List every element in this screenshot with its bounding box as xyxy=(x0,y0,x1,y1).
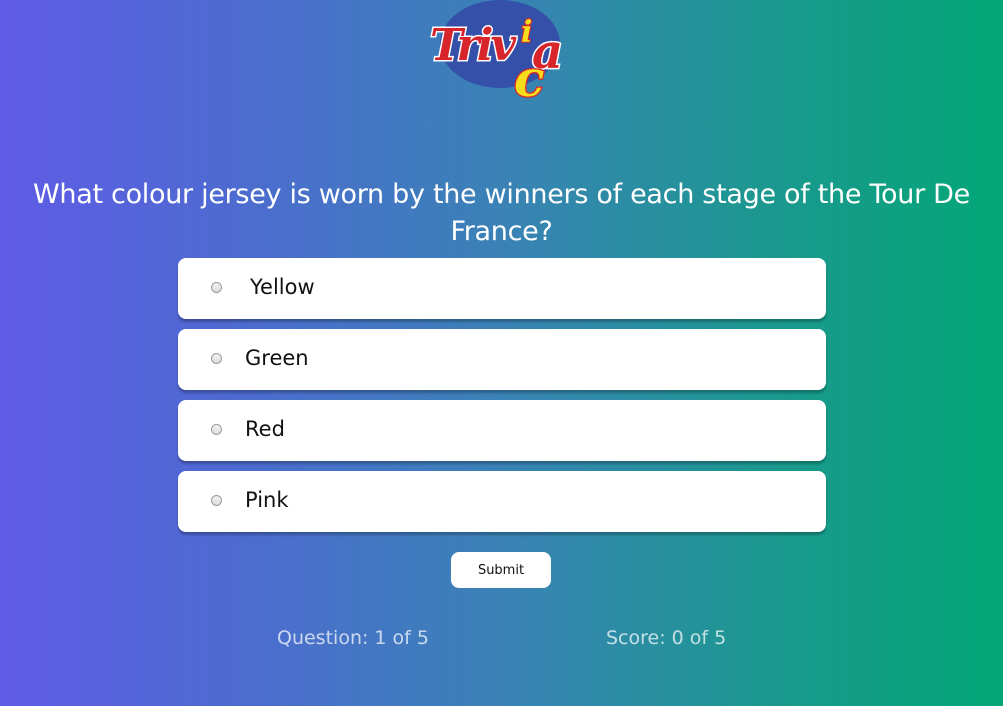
svg-text:i: i xyxy=(521,15,532,50)
radio-button[interactable] xyxy=(211,282,222,293)
option-pink[interactable]: Pink xyxy=(178,471,826,532)
option-label: Pink xyxy=(245,488,289,512)
option-label: Yellow xyxy=(250,275,315,299)
option-label: Green xyxy=(245,346,309,370)
score-display: Score: 0 of 5 xyxy=(606,627,727,649)
option-label: Red xyxy=(245,417,285,441)
trivia-logo: Triv a c i xyxy=(426,0,576,109)
submit-button[interactable]: Submit xyxy=(451,552,551,588)
question-text: What colour jersey is worn by the winner… xyxy=(33,179,970,247)
question-progress: Question: 1 of 5 xyxy=(277,627,429,649)
radio-button[interactable] xyxy=(211,495,222,506)
svg-text:c: c xyxy=(514,49,544,102)
radio-button[interactable] xyxy=(211,353,222,364)
option-red[interactable]: Red xyxy=(178,400,826,461)
radio-button[interactable] xyxy=(211,424,222,435)
svg-text:Triv: Triv xyxy=(430,20,516,71)
option-yellow[interactable]: Yellow xyxy=(178,258,826,319)
option-green[interactable]: Green xyxy=(178,329,826,390)
answer-options: Yellow Green Red Pink xyxy=(178,258,826,542)
